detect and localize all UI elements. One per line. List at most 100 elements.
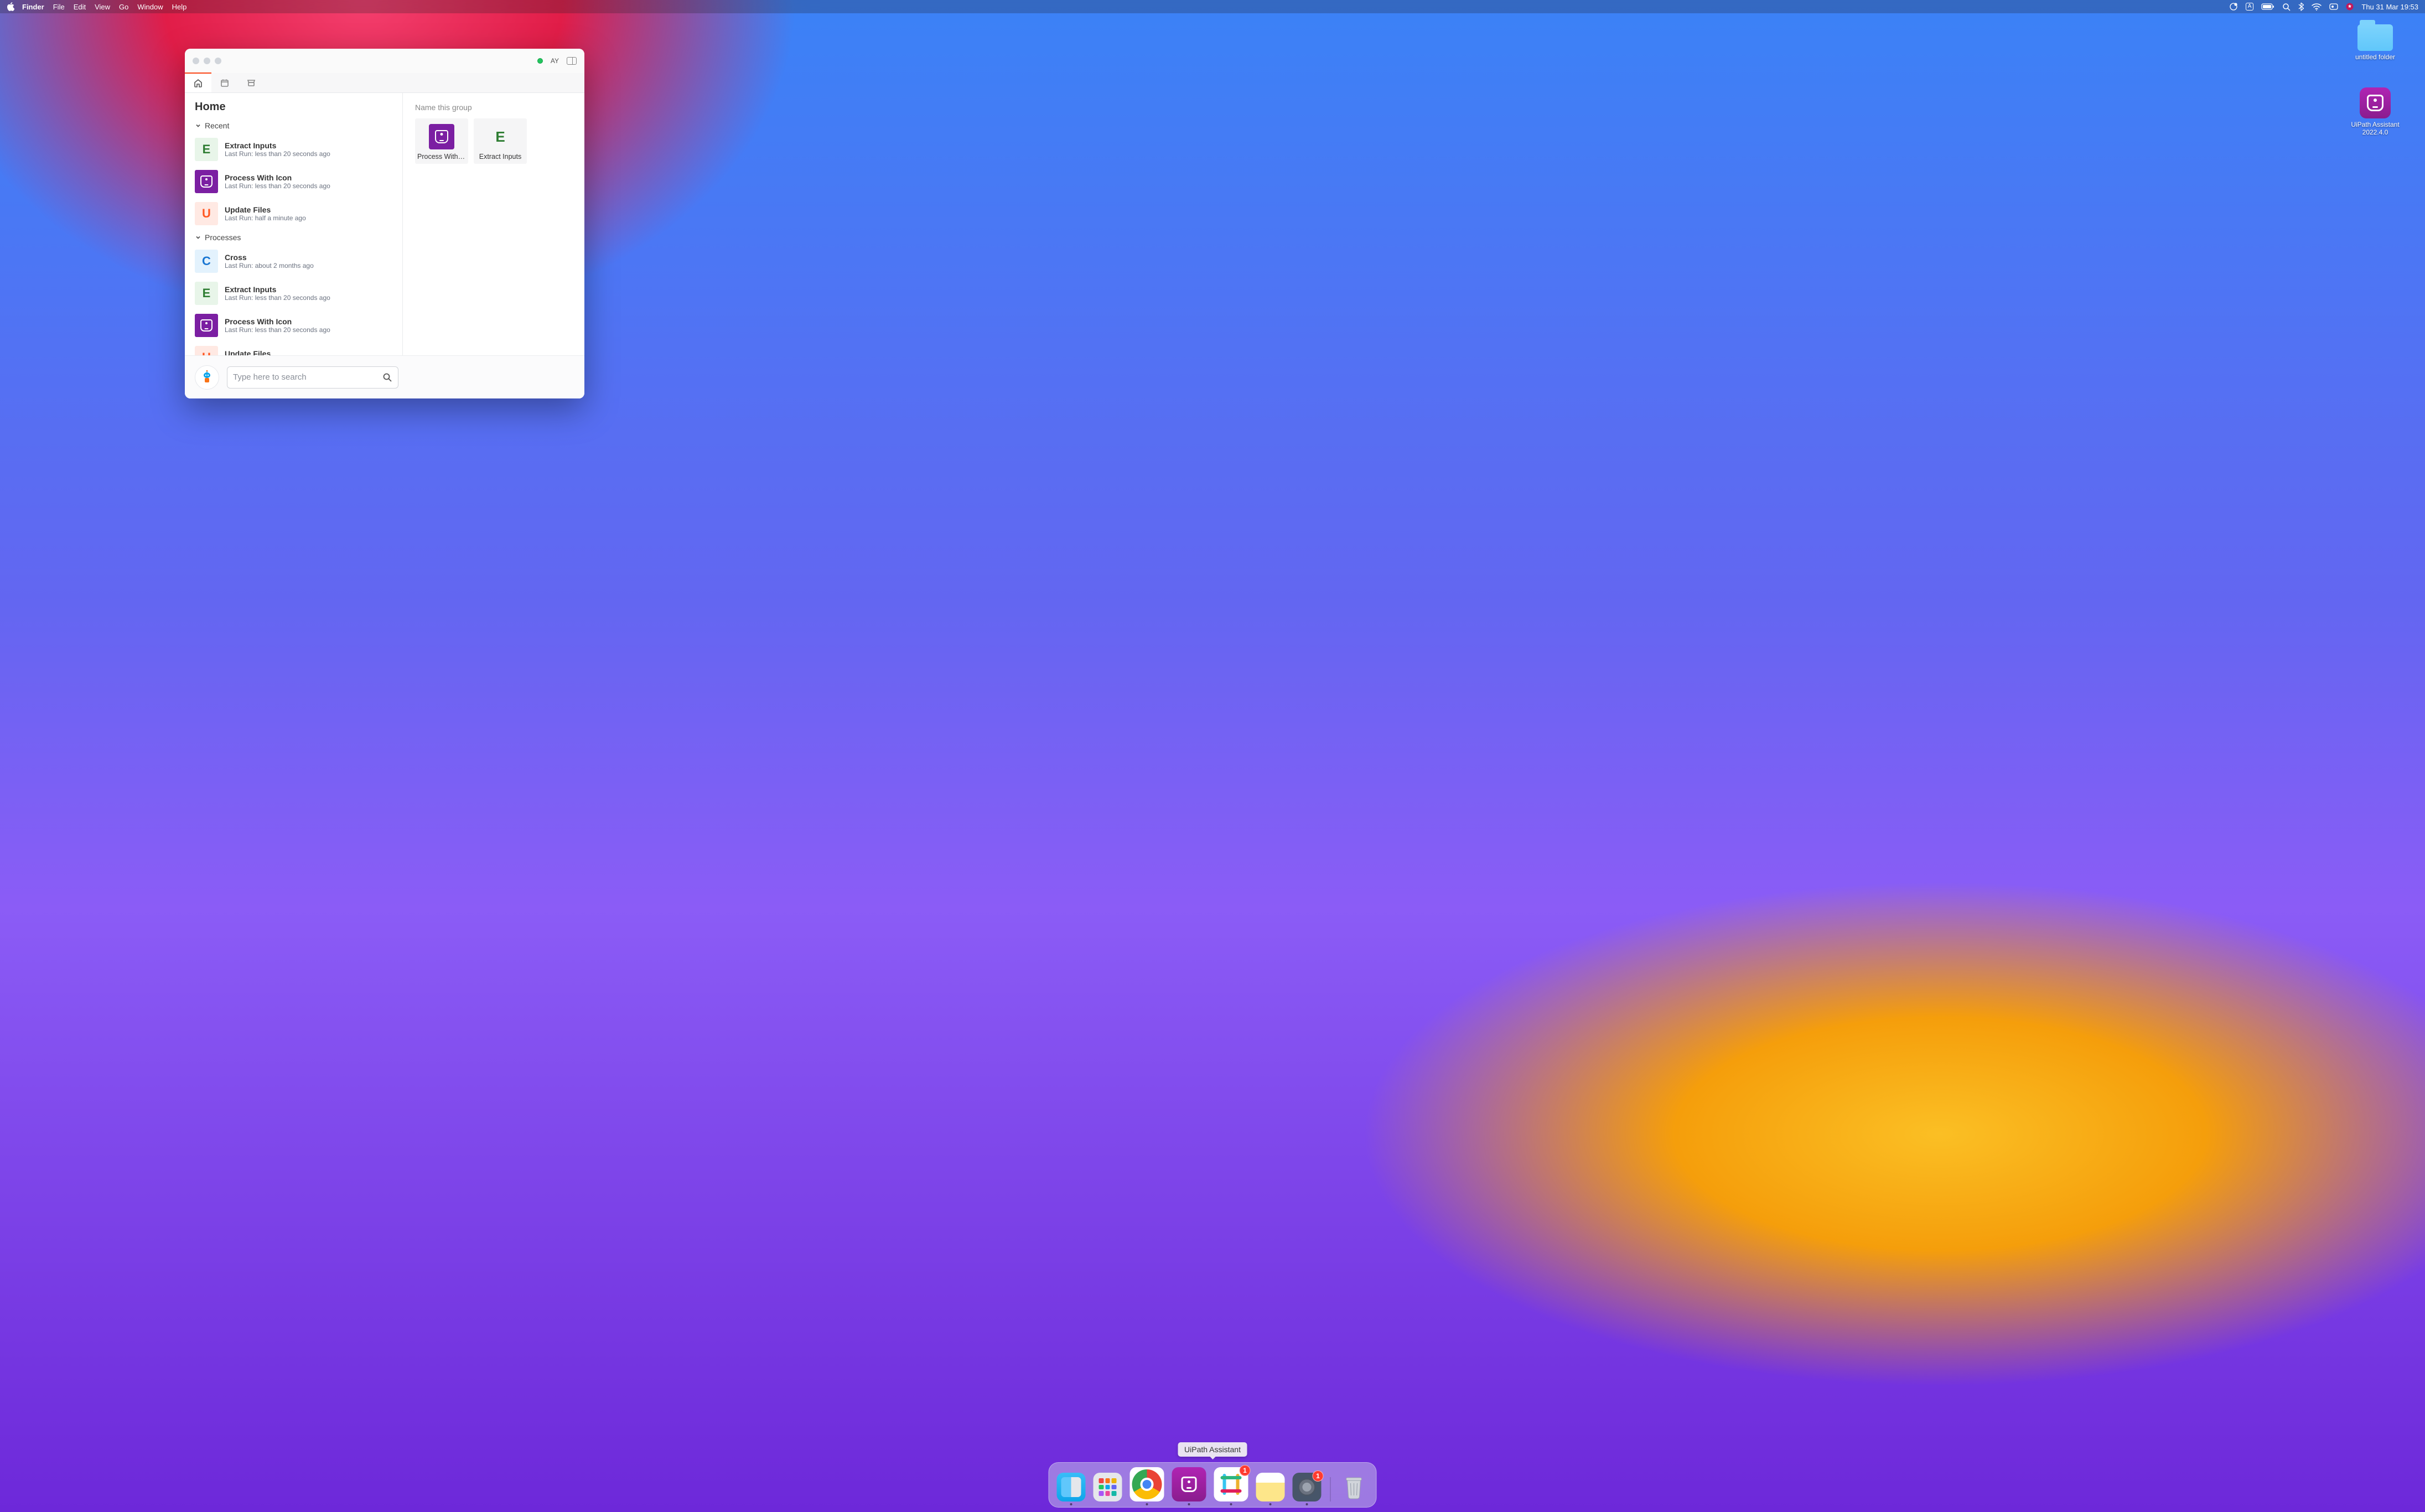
trash-icon bbox=[1343, 1474, 1365, 1500]
apple-menu-icon[interactable] bbox=[7, 2, 14, 11]
menu-go[interactable]: Go bbox=[119, 3, 128, 11]
process-name: Update Files bbox=[225, 349, 306, 355]
process-icon bbox=[195, 170, 218, 193]
menubar-app-name[interactable]: Finder bbox=[22, 3, 44, 11]
robot-avatar[interactable] bbox=[195, 365, 219, 390]
dock-trash[interactable] bbox=[1340, 1473, 1369, 1501]
process-name: Update Files bbox=[225, 205, 306, 214]
wifi-icon[interactable] bbox=[2312, 3, 2322, 11]
process-icon bbox=[195, 314, 218, 337]
dock-tooltip: UiPath Assistant bbox=[1178, 1442, 1247, 1457]
home-icon bbox=[193, 78, 203, 88]
section-recent-header[interactable]: Recent bbox=[185, 118, 402, 133]
chevron-down-icon bbox=[195, 234, 201, 241]
menu-window[interactable]: Window bbox=[137, 3, 163, 11]
robot-icon bbox=[200, 370, 214, 385]
connection-status-dot[interactable] bbox=[537, 58, 543, 64]
card-letter-icon: E bbox=[488, 124, 513, 149]
input-source-indicator[interactable]: A bbox=[2246, 3, 2254, 11]
card-label: Process With Ic... bbox=[417, 153, 466, 160]
menu-edit[interactable]: Edit bbox=[74, 3, 86, 11]
desktop-app-label: UiPath Assistant 2022.4.0 bbox=[2342, 121, 2408, 136]
search-input[interactable] bbox=[233, 372, 378, 382]
process-name: Extract Inputs bbox=[225, 285, 330, 294]
dock-app-chrome[interactable] bbox=[1130, 1467, 1164, 1501]
dock-app-launchpad[interactable] bbox=[1094, 1473, 1122, 1501]
process-item[interactable]: U Update FilesLast Run: half a minute ago bbox=[185, 198, 402, 230]
desktop-wallpaper: Finder File Edit View Go Window Help A bbox=[0, 0, 2425, 1512]
process-letter-icon: U bbox=[195, 346, 218, 355]
section-processes-label: Processes bbox=[205, 233, 241, 242]
status-tray-icon[interactable] bbox=[2229, 2, 2238, 11]
desktop-folder[interactable]: untitled folder bbox=[2355, 24, 2395, 61]
dock-app-settings[interactable]: 1 bbox=[1293, 1473, 1322, 1501]
process-letter-icon: C bbox=[195, 250, 218, 273]
process-item[interactable]: E Extract InputsLast Run: less than 20 se… bbox=[185, 277, 402, 309]
page-title: Home bbox=[185, 99, 402, 118]
footer-bar bbox=[185, 355, 584, 398]
group-name-placeholder[interactable]: Name this group bbox=[415, 103, 572, 112]
user-tray-icon[interactable] bbox=[2346, 3, 2354, 11]
close-button[interactable] bbox=[193, 58, 199, 64]
process-item[interactable]: UUpdate FilesLast Run: half a minute ago bbox=[185, 341, 402, 355]
window-titlebar[interactable]: AY bbox=[185, 49, 584, 73]
process-item[interactable]: C CrossLast Run: about 2 months ago bbox=[185, 245, 402, 277]
process-subtitle: Last Run: less than 20 seconds ago bbox=[225, 294, 330, 302]
group-card[interactable]: Process With Ic... bbox=[415, 118, 468, 164]
minimize-button[interactable] bbox=[204, 58, 210, 64]
control-center-icon[interactable] bbox=[2329, 3, 2338, 10]
desktop-app-uipath[interactable]: UiPath Assistant 2022.4.0 bbox=[2342, 87, 2408, 136]
card-icon bbox=[429, 124, 454, 149]
tab-reminders[interactable] bbox=[211, 73, 238, 92]
window-controls bbox=[193, 58, 221, 64]
dock-app-finder[interactable] bbox=[1057, 1473, 1086, 1501]
process-item[interactable]: Process With IconLast Run: less than 20 … bbox=[185, 309, 402, 341]
spotlight-icon[interactable] bbox=[2282, 3, 2291, 11]
calendar-icon bbox=[220, 78, 230, 88]
tab-home[interactable] bbox=[185, 73, 211, 92]
tab-marketplace[interactable] bbox=[238, 73, 265, 92]
dock-app-uipath[interactable] bbox=[1172, 1467, 1206, 1501]
menu-file[interactable]: File bbox=[53, 3, 65, 11]
uipath-app-icon bbox=[2360, 87, 2391, 118]
process-item[interactable]: Process With IconLast Run: less than 20 … bbox=[185, 165, 402, 198]
recent-list: EExtract InputsLast Run: less than 20 se… bbox=[185, 133, 402, 230]
menubar-datetime[interactable]: Thu 31 Mar 19:53 bbox=[2361, 3, 2418, 11]
menu-view[interactable]: View bbox=[95, 3, 110, 11]
process-name: Extract Inputs bbox=[225, 141, 330, 150]
dock-separator bbox=[1330, 1477, 1331, 1501]
dock-wrapper: UiPath Assistant 11 bbox=[1049, 1442, 1377, 1508]
group-card[interactable]: E Extract Inputs bbox=[474, 118, 527, 164]
bluetooth-icon[interactable] bbox=[2298, 2, 2304, 11]
process-letter-icon: U bbox=[195, 202, 218, 225]
zoom-button[interactable] bbox=[215, 58, 221, 64]
dock: 11 bbox=[1049, 1462, 1377, 1508]
user-initials[interactable]: AY bbox=[551, 57, 559, 65]
section-recent-label: Recent bbox=[205, 121, 229, 130]
process-letter-icon: E bbox=[195, 282, 218, 305]
search-box[interactable] bbox=[227, 366, 398, 389]
processes-list: C CrossLast Run: about 2 months ago E Extra… bbox=[185, 245, 402, 355]
process-subtitle: Last Run: about 2 months ago bbox=[225, 262, 314, 270]
uipath-assistant-window: AY Home Recent bbox=[185, 49, 584, 398]
battery-icon[interactable] bbox=[2261, 3, 2274, 10]
menu-help[interactable]: Help bbox=[172, 3, 187, 11]
dock-app-slack[interactable]: 1 bbox=[1214, 1467, 1248, 1501]
dock-app-notes[interactable] bbox=[1256, 1473, 1285, 1501]
right-pane: Name this group Process With Ic... E Extra… bbox=[403, 93, 584, 355]
badge: 1 bbox=[1240, 1465, 1251, 1476]
process-item[interactable]: EExtract InputsLast Run: less than 20 se… bbox=[185, 133, 402, 165]
card-label: Extract Inputs bbox=[479, 153, 521, 160]
process-name: Cross bbox=[225, 253, 314, 262]
process-subtitle: Last Run: half a minute ago bbox=[225, 214, 306, 222]
search-icon bbox=[382, 372, 392, 382]
desktop-icons-area: untitled folder UiPath Assistant 2022.4.… bbox=[2342, 24, 2408, 136]
store-icon bbox=[246, 78, 256, 88]
process-subtitle: Last Run: less than 20 seconds ago bbox=[225, 326, 330, 334]
desktop-folder-label: untitled folder bbox=[2355, 53, 2395, 61]
panel-toggle-icon[interactable] bbox=[567, 57, 577, 65]
process-subtitle: Last Run: less than 20 seconds ago bbox=[225, 150, 330, 158]
section-processes-header[interactable]: Processes bbox=[185, 230, 402, 245]
process-name: Process With Icon bbox=[225, 173, 330, 182]
tab-bar bbox=[185, 73, 584, 93]
